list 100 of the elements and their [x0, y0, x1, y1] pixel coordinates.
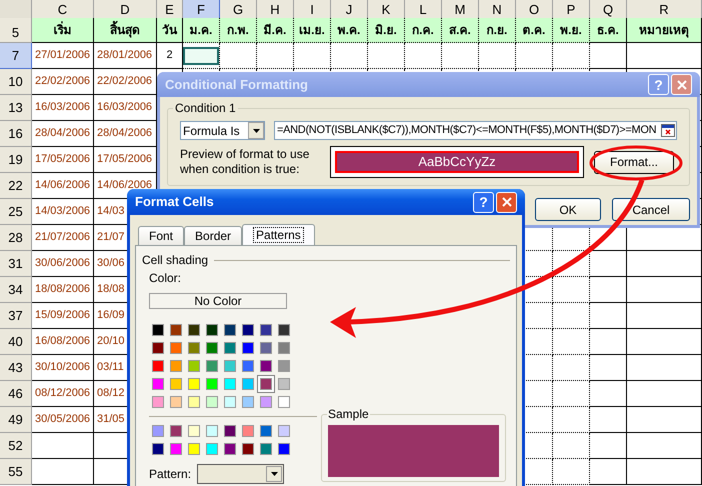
color-swatch[interactable] — [257, 339, 275, 357]
tab[interactable]: Patterns — [242, 224, 315, 245]
color-swatch[interactable] — [149, 321, 167, 339]
row-header[interactable]: 25 — [0, 199, 32, 225]
color-swatch[interactable] — [239, 393, 257, 411]
color-swatch[interactable] — [221, 339, 239, 357]
format-button[interactable]: Format... — [594, 150, 674, 174]
color-swatch[interactable] — [203, 357, 221, 375]
color-swatch[interactable] — [167, 339, 185, 357]
row-header[interactable]: 40 — [0, 329, 32, 355]
row-header[interactable]: 43 — [0, 355, 32, 381]
color-swatch[interactable] — [221, 321, 239, 339]
table-cell — [590, 381, 627, 407]
active-cell[interactable] — [183, 46, 219, 64]
color-swatch[interactable] — [167, 375, 185, 393]
color-swatch[interactable] — [257, 440, 275, 458]
color-swatch[interactable] — [203, 321, 221, 339]
row-header[interactable]: 34 — [0, 277, 32, 303]
color-swatch[interactable] — [203, 422, 221, 440]
color-swatch[interactable] — [185, 422, 203, 440]
color-swatch[interactable] — [275, 357, 293, 375]
color-swatch[interactable] — [257, 375, 275, 393]
color-swatch[interactable] — [275, 339, 293, 357]
color-swatch[interactable] — [149, 393, 167, 411]
color-swatch[interactable] — [275, 422, 293, 440]
color-swatch[interactable] — [257, 393, 275, 411]
row-header[interactable]: 22 — [0, 173, 32, 199]
color-swatch[interactable] — [257, 422, 275, 440]
color-swatch[interactable] — [221, 375, 239, 393]
color-swatch[interactable] — [239, 422, 257, 440]
row-header[interactable]: 16 — [0, 121, 32, 147]
table-cell: 30/06/2006 — [32, 251, 94, 277]
row-header[interactable]: 37 — [0, 303, 32, 329]
color-swatch[interactable] — [239, 357, 257, 375]
color-swatch[interactable] — [275, 321, 293, 339]
row-header[interactable]: 55 — [0, 459, 32, 485]
color-swatch[interactable] — [167, 321, 185, 339]
close-button[interactable] — [496, 192, 517, 212]
tab[interactable]: Border — [184, 226, 242, 245]
color-swatch[interactable] — [185, 339, 203, 357]
row-header[interactable]: 5 — [0, 18, 32, 43]
color-swatch[interactable] — [239, 321, 257, 339]
color-swatch[interactable] — [239, 440, 257, 458]
color-swatch[interactable] — [257, 321, 275, 339]
tab[interactable]: Font — [138, 226, 184, 245]
row-header[interactable]: 7 — [0, 43, 32, 69]
color-swatch[interactable] — [149, 339, 167, 357]
color-swatch[interactable] — [167, 422, 185, 440]
pattern-dropdown[interactable] — [197, 464, 284, 484]
color-swatch[interactable] — [167, 440, 185, 458]
color-swatch[interactable] — [167, 357, 185, 375]
collapse-dialog-icon[interactable] — [661, 124, 675, 137]
help-button[interactable]: ? — [473, 192, 494, 212]
condition-type-dropdown[interactable]: Formula Is — [180, 121, 265, 140]
no-color-button[interactable]: No Color — [149, 293, 287, 309]
color-swatch[interactable] — [185, 440, 203, 458]
color-swatch[interactable] — [239, 375, 257, 393]
color-swatch[interactable] — [185, 393, 203, 411]
row-header[interactable]: 46 — [0, 381, 32, 407]
row-header[interactable]: 49 — [0, 407, 32, 433]
table-header-cell: เริ่ม — [32, 18, 94, 43]
color-swatch[interactable] — [275, 375, 293, 393]
color-swatch[interactable] — [185, 375, 203, 393]
color-swatch[interactable] — [149, 357, 167, 375]
color-swatch[interactable] — [257, 357, 275, 375]
table-cell — [553, 329, 590, 355]
color-swatch[interactable] — [203, 375, 221, 393]
color-swatch[interactable] — [185, 321, 203, 339]
row-header[interactable]: 19 — [0, 147, 32, 173]
color-swatch[interactable] — [221, 440, 239, 458]
color-swatch[interactable] — [221, 393, 239, 411]
color-swatch[interactable] — [149, 440, 167, 458]
table-cell — [257, 43, 294, 69]
table-header-cell: สิ้นสุด — [94, 18, 157, 43]
formula-field[interactable]: =AND(NOT(ISBLANK($C7)),MONTH($C7)<=MONTH(F$5),MONTH($D7)>=MON — [274, 121, 677, 140]
row-header[interactable]: 10 — [0, 69, 32, 95]
ok-button[interactable]: OK — [535, 198, 601, 221]
color-swatch[interactable] — [167, 393, 185, 411]
table-cell: 21/07/2006 — [32, 225, 94, 251]
row-header[interactable]: 52 — [0, 433, 32, 459]
row-header[interactable]: 31 — [0, 251, 32, 277]
color-swatch[interactable] — [149, 375, 167, 393]
cancel-button[interactable]: Cancel — [612, 198, 690, 221]
close-button[interactable] — [671, 74, 692, 95]
table-cell — [553, 459, 590, 485]
color-swatch[interactable] — [239, 339, 257, 357]
color-swatch[interactable] — [203, 339, 221, 357]
color-swatch[interactable] — [221, 357, 239, 375]
color-swatch[interactable] — [275, 393, 293, 411]
table-header-cell: ก.ค. — [405, 18, 442, 43]
color-swatch[interactable] — [203, 393, 221, 411]
row-header[interactable]: 28 — [0, 225, 32, 251]
table-header-cell: ก.พ. — [220, 18, 257, 43]
color-swatch[interactable] — [149, 422, 167, 440]
color-swatch[interactable] — [203, 440, 221, 458]
color-swatch[interactable] — [221, 422, 239, 440]
color-swatch[interactable] — [185, 357, 203, 375]
row-header[interactable]: 13 — [0, 95, 32, 121]
table-header-cell: พ.ค. — [331, 18, 368, 43]
color-swatch[interactable] — [275, 440, 293, 458]
